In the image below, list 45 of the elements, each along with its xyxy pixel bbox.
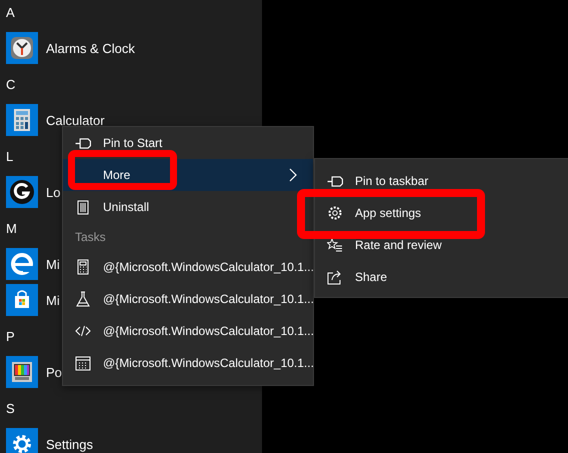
app-name: Calculator bbox=[46, 112, 105, 128]
calculator-icon bbox=[75, 259, 91, 275]
app-item[interactable]: Mi bbox=[0, 282, 60, 318]
section-letter[interactable]: C bbox=[6, 76, 16, 92]
gear-icon bbox=[6, 428, 38, 453]
calculator-icon bbox=[6, 104, 38, 136]
star-list-icon bbox=[327, 237, 343, 253]
task-item[interactable]: @{Microsoft.WindowsCalculator_10.1... bbox=[63, 251, 313, 283]
menu-item[interactable]: Share bbox=[315, 261, 568, 293]
flask-icon bbox=[75, 291, 91, 307]
menu-item[interactable]: Pin to taskbar bbox=[315, 165, 568, 197]
menu-item[interactable]: App settings bbox=[315, 197, 568, 229]
app-name: Lo bbox=[46, 184, 60, 200]
shopping-bag-icon bbox=[6, 284, 38, 316]
share-icon bbox=[327, 269, 343, 285]
app-name: Mi bbox=[46, 292, 60, 308]
app-item[interactable]: Po bbox=[0, 354, 62, 390]
tasks-heading: Tasks bbox=[75, 230, 106, 244]
section-letter[interactable]: S bbox=[6, 400, 15, 416]
app-item[interactable]: Mi bbox=[0, 246, 60, 282]
code-icon bbox=[75, 323, 91, 339]
task-item[interactable]: @{Microsoft.WindowsCalculator_10.1... bbox=[63, 347, 313, 379]
pin-icon bbox=[75, 138, 91, 149]
menu-item[interactable]: Rate and review bbox=[315, 229, 568, 261]
browser-icon bbox=[6, 248, 38, 280]
pin-icon bbox=[327, 176, 343, 187]
section-letter[interactable]: M bbox=[6, 220, 17, 236]
section-letter[interactable]: A bbox=[6, 4, 15, 20]
task-item[interactable]: @{Microsoft.WindowsCalculator_10.1... bbox=[63, 283, 313, 315]
trash-icon bbox=[75, 199, 91, 215]
calendar-icon bbox=[75, 355, 91, 371]
menu-item[interactable]: Uninstall bbox=[63, 191, 313, 223]
task-item[interactable]: @{Microsoft.WindowsCalculator_10.1... bbox=[63, 315, 313, 347]
app-name: Po bbox=[46, 364, 62, 380]
app-item[interactable]: Lo bbox=[0, 174, 60, 210]
app-name: Alarms & Clock bbox=[46, 40, 135, 56]
clock-icon bbox=[6, 32, 38, 64]
app-item[interactable]: Settings bbox=[0, 426, 93, 453]
settings-icon bbox=[327, 205, 343, 221]
app-item[interactable]: Alarms & Clock bbox=[0, 30, 135, 66]
section-letter[interactable]: L bbox=[6, 148, 14, 164]
app-name: Settings bbox=[46, 436, 93, 452]
app-name: Mi bbox=[46, 256, 60, 272]
chevron-right-icon bbox=[289, 168, 297, 182]
section-letter[interactable]: P bbox=[6, 328, 15, 344]
